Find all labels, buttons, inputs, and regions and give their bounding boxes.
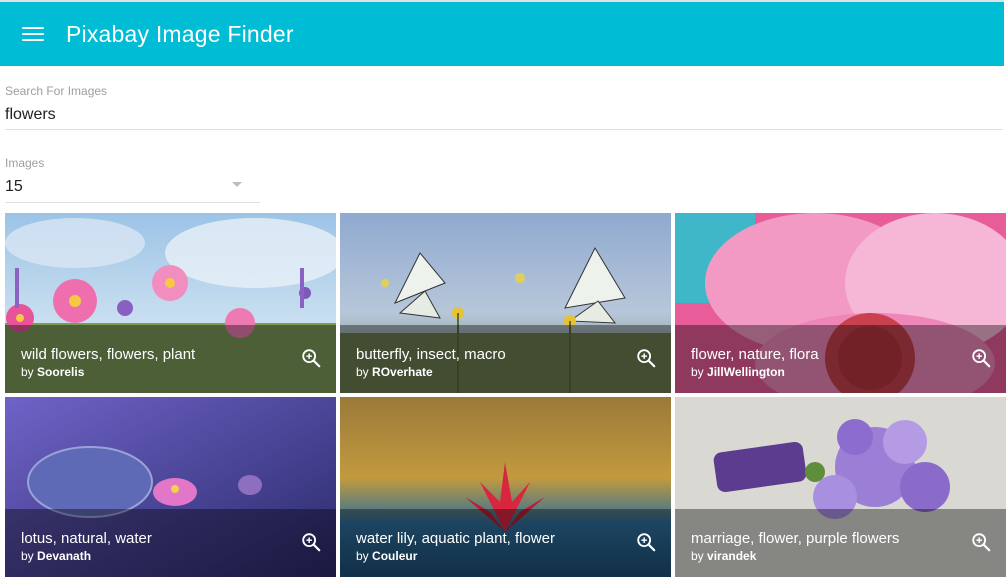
image-tile[interactable]: water lily, aquatic plant, flower by Cou… <box>340 397 671 577</box>
tile-title: marriage, flower, purple flowers <box>691 530 900 547</box>
images-select[interactable]: Images 15 <box>5 156 260 203</box>
tile-title: flower, nature, flora <box>691 346 819 363</box>
search-field[interactable]: Search For Images flowers <box>5 84 1003 130</box>
tile-author: by ROverhate <box>356 365 433 379</box>
dropdown-arrow-icon[interactable] <box>232 182 242 187</box>
search-underline <box>5 129 1003 130</box>
zoom-in-icon[interactable] <box>300 347 322 369</box>
search-label: Search For Images <box>5 84 108 98</box>
zoom-in-icon[interactable] <box>970 347 992 369</box>
tile-title: lotus, natural, water <box>21 530 152 547</box>
app-title: Pixabay Image Finder <box>66 20 294 47</box>
image-tile[interactable]: marriage, flower, purple flowers by vira… <box>675 397 1006 577</box>
tile-title: wild flowers, flowers, plant <box>21 346 196 363</box>
zoom-in-icon[interactable] <box>300 531 322 553</box>
zoom-in-icon[interactable] <box>635 347 657 369</box>
images-label: Images <box>5 156 45 170</box>
image-grid: wild flowers, flowers, plant by Soorelis <box>5 213 1006 578</box>
tile-author: by Soorelis <box>21 365 85 379</box>
tile-author: by Devanath <box>21 549 92 563</box>
tile-title: butterfly, insect, macro <box>356 346 506 363</box>
zoom-in-icon[interactable] <box>635 531 657 553</box>
images-select-value[interactable]: 15 <box>5 178 260 196</box>
zoom-in-icon[interactable] <box>970 531 992 553</box>
image-tile[interactable]: wild flowers, flowers, plant by Soorelis <box>5 213 336 393</box>
tile-author: by JillWellington <box>691 365 785 379</box>
app-bar: Pixabay Image Finder <box>0 0 1004 66</box>
tile-author: by Couleur <box>356 549 418 563</box>
image-tile[interactable]: butterfly, insect, macro by ROverhate <box>340 213 671 393</box>
image-tile[interactable]: lotus, natural, water by Devanath <box>5 397 336 577</box>
app: Pixabay Image Finder Search For Images f… <box>0 0 1006 588</box>
menu-icon[interactable] <box>22 25 44 43</box>
images-underline <box>5 202 260 203</box>
search-input[interactable]: flowers <box>5 106 1003 124</box>
tile-author: by virandek <box>691 549 757 563</box>
tile-title: water lily, aquatic plant, flower <box>356 530 555 547</box>
image-tile[interactable]: flower, nature, flora by JillWellington <box>675 213 1006 393</box>
